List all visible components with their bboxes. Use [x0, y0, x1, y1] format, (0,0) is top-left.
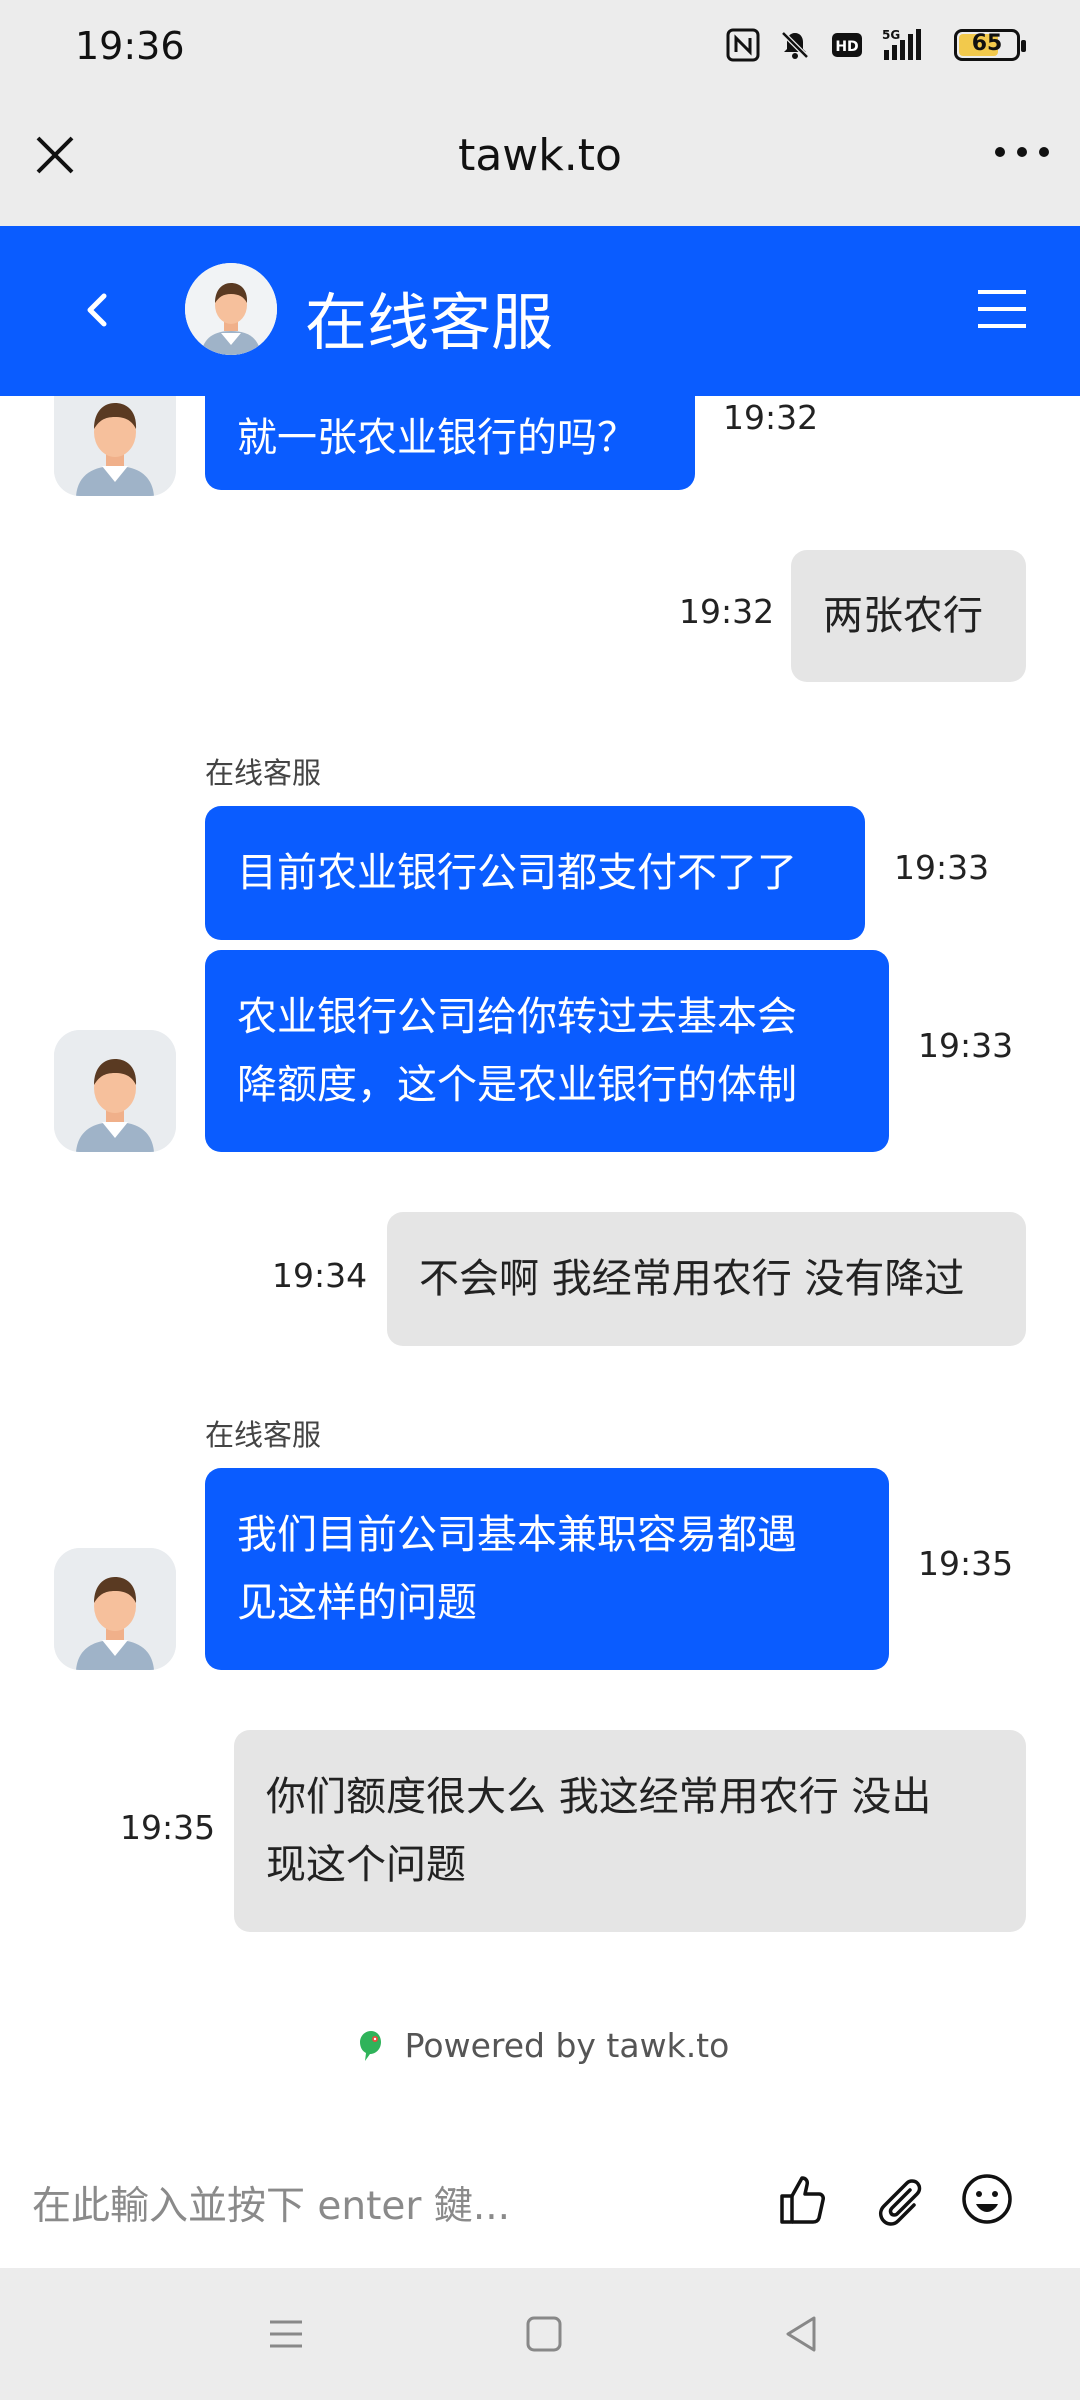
agent-name: 在线客服: [205, 1418, 322, 1452]
message-composer: [0, 2140, 1080, 2270]
message-time: 19:33: [918, 1026, 1014, 1065]
visitor-message: 两张农行: [791, 550, 1026, 682]
browser-bar: tawk.to: [0, 100, 1080, 226]
message-time: 19:32: [723, 398, 819, 437]
home-icon[interactable]: [520, 2310, 568, 2358]
message-time: 19:35: [120, 1808, 216, 1847]
message-list[interactable]: 就一张农业银行的吗？ 19:32 19:32 两张农行 在线客服 目前农业银行公…: [0, 396, 1080, 1966]
agent-message: 我们目前公司基本兼职容易都遇 见这样的问题: [205, 1468, 889, 1670]
visitor-message: 不会啊 我经常用农行 没有降过: [387, 1212, 1026, 1346]
message-text: 不会啊 我经常用农行 没有降过: [419, 1256, 965, 1302]
header-avatar: [185, 263, 277, 355]
more-icon[interactable]: [992, 142, 1052, 162]
svg-text:5G: 5G: [882, 28, 900, 42]
message-time: 19:32: [679, 592, 775, 631]
system-nav-bar: [0, 2268, 1080, 2400]
message-text-line: 我们目前公司基本兼职容易都遇: [237, 1512, 797, 1558]
message-text-line: 农业银行公司给你转过去基本会: [237, 994, 797, 1040]
bell-muted-icon: [781, 31, 809, 59]
message-text-line: 你们额度很大么 我这经常用农行 没出: [266, 1774, 932, 1820]
powered-by[interactable]: Powered by tawk.to: [0, 2025, 1080, 2065]
browser-title: tawk.to: [458, 130, 622, 181]
agent-message: 农业银行公司给你转过去基本会 降额度，这个是农业银行的体制: [205, 950, 889, 1152]
status-time: 19:36: [75, 24, 185, 68]
powered-by-text[interactable]: Powered by tawk.to: [405, 2026, 730, 2065]
chat-title: 在线客服: [305, 286, 554, 359]
agent-message: 目前农业银行公司都支付不了了: [205, 806, 865, 940]
agent-avatar: [54, 1548, 176, 1670]
message-text-line: 降额度，这个是农业银行的体制: [237, 1062, 797, 1108]
recent-apps-icon[interactable]: [262, 2310, 310, 2358]
message-text: 就一张农业银行的吗？: [237, 415, 637, 461]
status-icons: HD 5G 65: [726, 28, 1026, 62]
agent-avatar: [54, 396, 176, 496]
message-text: 目前农业银行公司都支付不了了: [237, 850, 797, 896]
paperclip-icon[interactable]: [870, 2170, 928, 2228]
nfc-icon: [726, 28, 760, 62]
tawk-logo-icon: [359, 2031, 381, 2061]
message-time: 19:35: [918, 1544, 1014, 1583]
status-bar: 19:36 HD 5G 65: [0, 0, 1080, 100]
visitor-message: 你们额度很大么 我这经常用农行 没出 现这个问题: [234, 1730, 1026, 1932]
svg-text:HD: HD: [835, 39, 858, 55]
signal-5g-icon: 5G: [882, 28, 921, 60]
message-text: 两张农行: [823, 593, 983, 639]
battery-icon: 65: [954, 29, 1026, 61]
message-input[interactable]: [30, 2165, 754, 2247]
message-text-line: 见这样的问题: [237, 1580, 477, 1626]
back-nav-icon[interactable]: [778, 2310, 826, 2358]
back-icon[interactable]: [70, 282, 126, 338]
thumbs-up-icon[interactable]: [774, 2170, 832, 2228]
message-text-line: 现这个问题: [266, 1842, 466, 1888]
agent-message: 就一张农业银行的吗？: [205, 396, 695, 490]
message-time: 19:34: [272, 1256, 368, 1295]
message-time: 19:33: [894, 848, 990, 887]
agent-avatar: [54, 1030, 176, 1152]
battery-level: 65: [971, 31, 1003, 56]
menu-icon[interactable]: [972, 284, 1032, 334]
emoji-icon[interactable]: [958, 2170, 1016, 2228]
agent-name: 在线客服: [205, 756, 322, 790]
hd-icon: HD: [832, 33, 862, 57]
chat-header: 在线客服: [0, 226, 1080, 396]
